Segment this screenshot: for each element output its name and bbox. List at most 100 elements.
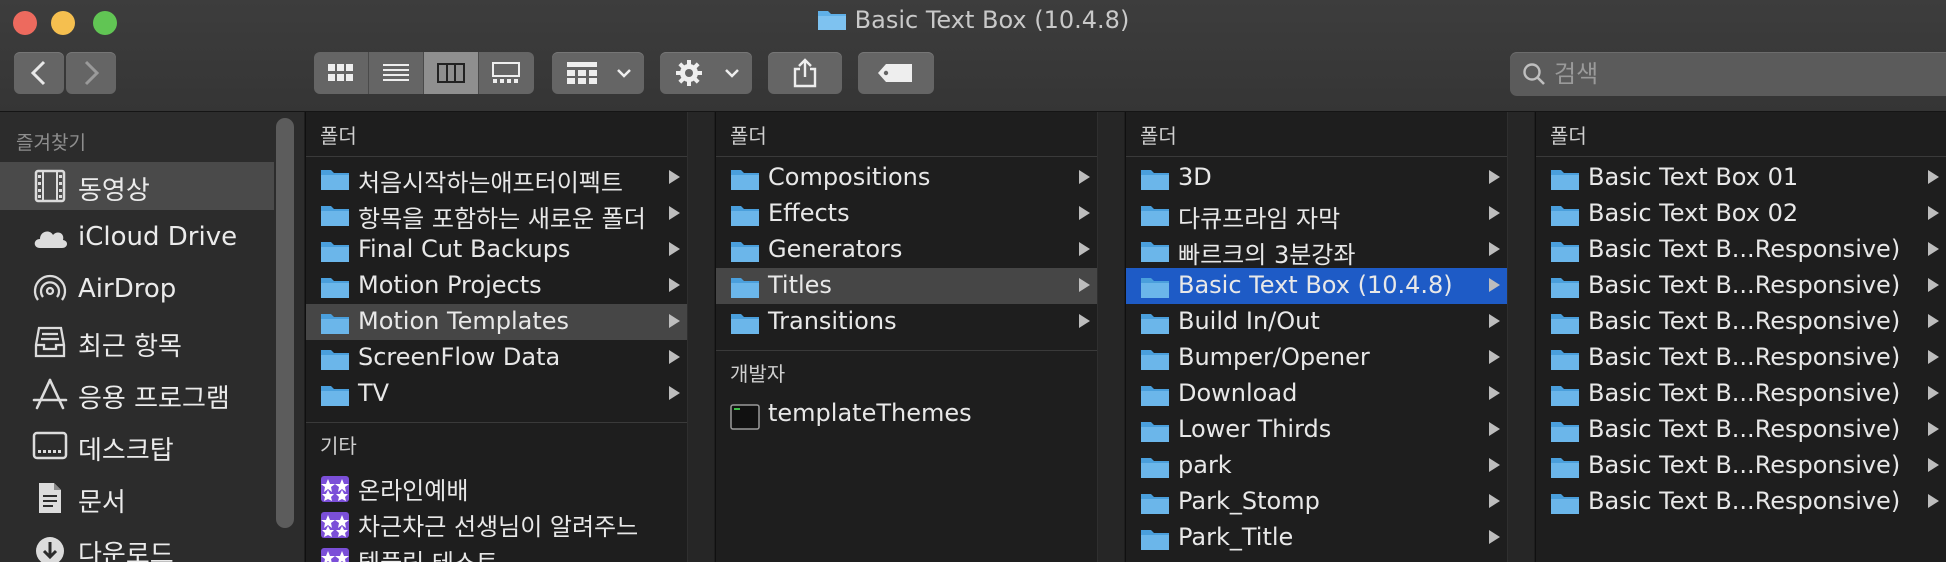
action-button[interactable] [660,52,752,94]
folder-row[interactable]: Basic Text B...Responsive) [1536,268,1946,304]
folder-row[interactable]: Basic Text Box 01 [1536,160,1946,196]
sidebar-item-recents[interactable]: 최근 항목 [0,318,274,366]
folder-row[interactable]: Basic Text B...Responsive) [1536,412,1946,448]
folder-icon [1551,206,1579,226]
folder-name: Final Cut Backups [358,235,571,263]
icon-view-button[interactable] [314,52,369,94]
folder-row[interactable]: Basic Text Box 02 [1536,196,1946,232]
folder-row[interactable]: Park_Title [1126,520,1508,556]
folder-row[interactable]: Final Cut Backups [306,232,688,268]
search-input[interactable] [1552,56,1936,92]
folder-row[interactable]: 빠르크의 3분강좌 [1126,232,1508,269]
search-icon [1523,63,1545,85]
smart-folder-row[interactable]: 템플릿 테스트 [306,540,688,562]
column-header: 폴더 [1126,112,1508,157]
column-header: 폴더 [716,112,1098,157]
tag-icon [878,64,912,82]
folder-row[interactable]: 다큐프라임 자막 [1126,196,1508,233]
smart-folder-row[interactable]: 온라인예배 [306,468,688,505]
folder-name: Basic Text B...Responsive) [1588,379,1901,407]
folder-icon [1551,458,1579,478]
sidebar-item-desktop[interactable]: 데스크탑 [0,422,274,470]
folder-icon [1141,278,1169,298]
folder-row[interactable]: ScreenFlow Data [306,340,688,376]
window-title-text: Basic Text Box (10.4.8) [854,6,1130,34]
column-scrollbar[interactable] [687,112,714,562]
folder-row[interactable]: Compositions [716,160,1098,196]
sidebar-item-airdrop[interactable]: AirDrop [0,266,274,314]
folder-name: 빠르크의 3분강좌 [1178,241,1356,269]
smart-folder-icon [321,476,349,502]
folder-row[interactable]: Basic Text B...Responsive) [1536,484,1946,520]
browser-column-4: 폴더 Basic Text Box 01 Basic Text Box 02 Bas… [1535,112,1946,562]
folder-row[interactable]: Download [1126,376,1508,412]
column-view-button[interactable] [424,52,479,94]
document-icon [39,483,61,513]
folder-icon [731,314,759,334]
folder-icon [1551,278,1579,298]
folder-row[interactable]: 3D [1126,160,1508,196]
folder-name: Basic Text Box 01 [1588,163,1799,191]
folder-row[interactable]: Basic Text B...Responsive) [1536,232,1946,268]
folder-name: 처음시작하는애프터이펙트 [358,169,623,197]
file-row[interactable]: templateThemes [716,396,1098,432]
disclosure-arrow-icon [1489,314,1500,328]
folder-name: Basic Text B...Responsive) [1588,307,1901,335]
folder-row[interactable]: 항목을 포함하는 새로운 폴더 [306,196,688,233]
search-field[interactable] [1510,52,1946,96]
forward-button[interactable] [66,52,116,94]
folder-name: Compositions [768,163,931,191]
folder-row[interactable]: Effects [716,196,1098,232]
folder-row[interactable]: Basic Text B...Responsive) [1536,304,1946,340]
sidebar-item-movies[interactable]: 동영상 [0,162,274,210]
chevron-down-icon [725,69,739,78]
column-scrollbar[interactable] [1507,112,1534,562]
folder-row[interactable]: Bumper/Opener [1126,340,1508,376]
sidebar-item-documents[interactable]: 문서 [0,474,274,522]
title-bar: Basic Text Box (10.4.8) [0,0,1946,112]
disclosure-arrow-icon [1928,314,1939,328]
folder-icon [1551,422,1579,442]
disclosure-arrow-icon [1928,422,1939,436]
folder-name: Bumper/Opener [1178,343,1370,371]
share-button[interactable] [768,52,842,94]
disclosure-arrow-icon [1489,242,1500,256]
sidebar-item-applications[interactable]: 응용 프로그램 [0,370,274,418]
sidebar-scrollbar[interactable] [276,118,294,528]
folder-row[interactable]: Transitions [716,304,1098,340]
group-by-button[interactable] [552,52,644,94]
sidebar-item-icloud-drive[interactable]: iCloud Drive [0,214,274,262]
cloud-icon [34,231,68,248]
folder-row[interactable]: Generators [716,232,1098,268]
tag-button[interactable] [858,52,934,94]
folder-row[interactable]: Motion Projects [306,268,688,304]
folder-name: Motion Projects [358,271,542,299]
back-button[interactable] [14,52,64,94]
folder-row[interactable]: Motion Templates [306,304,688,340]
folder-row[interactable]: Basic Text B...Responsive) [1536,340,1946,376]
folder-row[interactable]: Park_Stomp [1126,484,1508,520]
gallery-view-button[interactable] [479,52,533,94]
folder-icon [321,278,349,298]
smart-folder-row[interactable]: 차근차근 선생님이 알려주느 [306,504,688,541]
folder-name: Basic Text Box (10.4.8) [1178,271,1453,299]
column-view-icon [437,63,465,83]
folder-icon [1141,314,1169,334]
disclosure-arrow-icon [1489,386,1500,400]
folder-row[interactable]: Build In/Out [1126,304,1508,340]
folder-row[interactable]: TV [306,376,688,412]
folder-row[interactable]: Lower Thirds [1126,412,1508,448]
sidebar-item-downloads[interactable]: 다운로드 [0,526,274,562]
column-scrollbar[interactable] [1097,112,1124,562]
folder-row[interactable]: Titles [716,268,1098,304]
group-grid-icon [567,62,597,84]
folder-row[interactable]: park [1126,448,1508,484]
folder-row[interactable]: 처음시작하는애프터이펙트 [306,160,688,197]
folder-row[interactable]: Basic Text B...Responsive) [1536,448,1946,484]
folder-name: Basic Text B...Responsive) [1588,235,1901,263]
folder-row[interactable]: Basic Text B...Responsive) [1536,376,1946,412]
disclosure-arrow-icon [1489,458,1500,472]
browser-column-1: 폴더 처음시작하는애프터이펙트 항목을 포함하는 새로운 폴더 Final Cut … [305,112,688,562]
folder-row[interactable]: Basic Text Box (10.4.8) [1126,268,1508,304]
list-view-button[interactable] [369,52,424,94]
